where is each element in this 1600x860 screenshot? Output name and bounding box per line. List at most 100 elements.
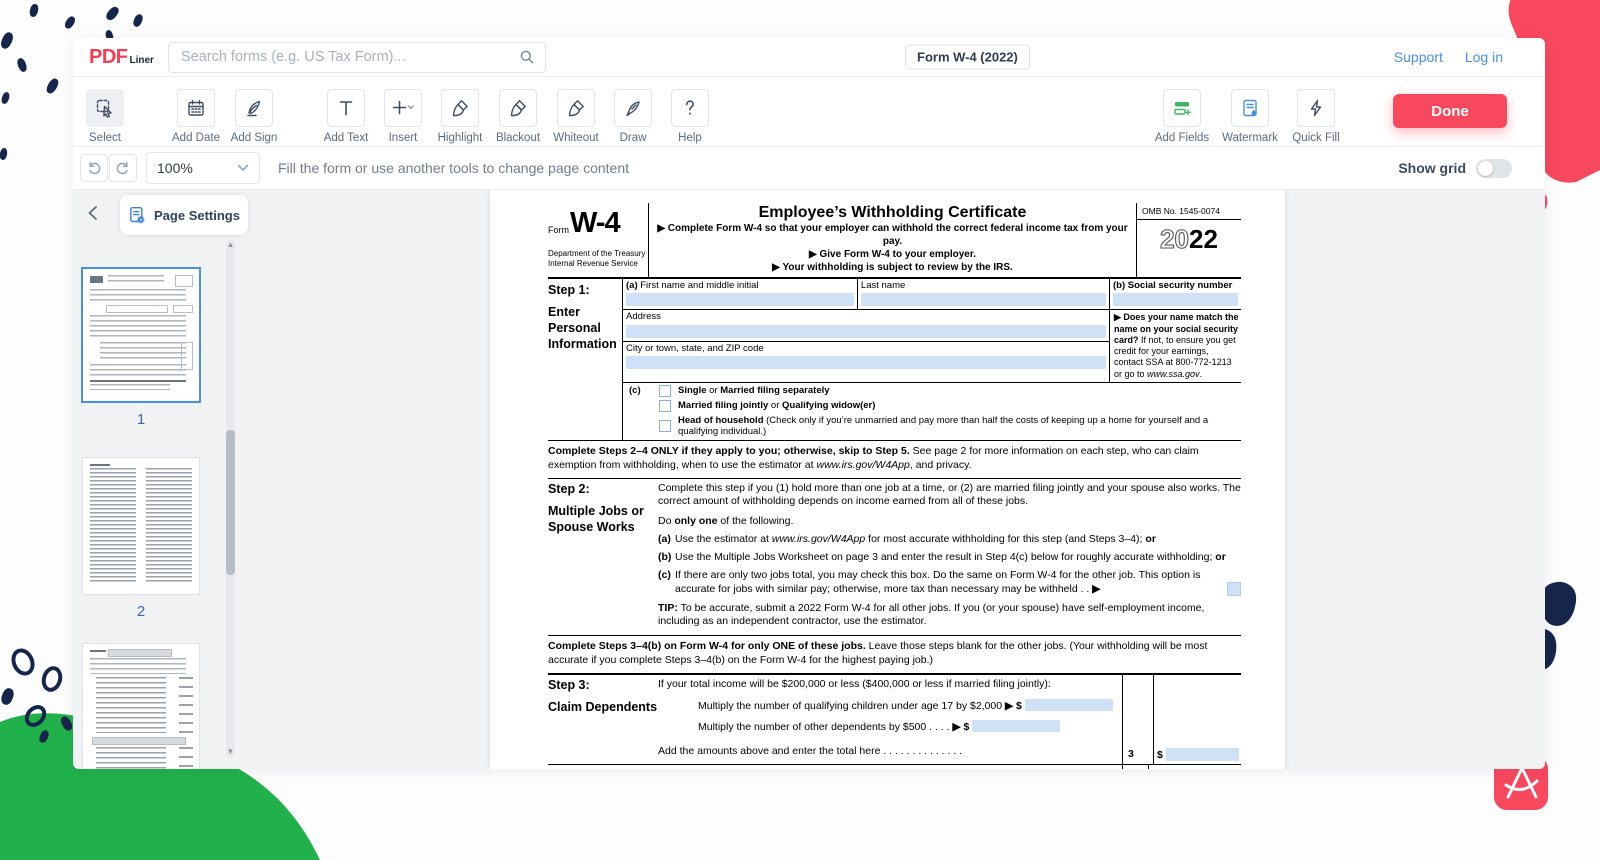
step4-option-a: (a) Other income (not from jobs). If you…	[658, 765, 1122, 769]
watermark-document-icon	[1240, 98, 1260, 118]
form-bullet-3: ▶ Your withholding is subject to review …	[657, 261, 1128, 274]
city-input[interactable]	[626, 356, 1106, 369]
pdfliner-logo[interactable]: PDF Liner	[89, 46, 154, 69]
redo-icon	[115, 160, 131, 176]
show-grid-toggle[interactable]	[1476, 159, 1512, 178]
step4-section: Step 4 (a) Other income (not from jobs).…	[548, 765, 1241, 769]
step3-dollar-sign: $	[1157, 749, 1163, 761]
whiteout-button[interactable]: Whiteout	[544, 89, 608, 144]
add-fields-icon	[1172, 98, 1192, 118]
scrollbar-thumb[interactable]	[226, 430, 235, 575]
calendar-icon	[186, 98, 206, 118]
step3-intro: If your total income will be $200,000 or…	[658, 678, 1122, 692]
editor-content: Page Settings	[73, 190, 1545, 769]
app-window: PDF Liner Form W-4 (2022) Support Log in	[73, 38, 1545, 769]
w4-form: Form W-4 Department of the Treasury Inte…	[548, 203, 1241, 769]
document-title-badge[interactable]: Form W-4 (2022)	[905, 45, 1030, 70]
undo-button[interactable]	[80, 154, 108, 182]
address-input[interactable]	[626, 325, 1106, 338]
step1-section: Step 1: Enter Personal Information (a) F…	[548, 279, 1241, 441]
toolbar-hint-text: Fill the form or use another tools to ch…	[278, 160, 629, 176]
step2-label: Step 2:	[548, 482, 658, 496]
text-tool-icon	[336, 98, 356, 118]
single-checkbox[interactable]	[659, 385, 671, 397]
dept-line-2: Internal Revenue Service	[548, 259, 648, 269]
zoom-level-dropdown[interactable]: 100%	[146, 152, 260, 184]
blackout-button[interactable]: Blackout	[486, 89, 550, 144]
address-label: Address	[626, 311, 1106, 322]
step1-label: Step 1:	[548, 283, 622, 297]
steps-3-4b-note: Complete Steps 3–4(b) on Form W-4 for on…	[548, 636, 1241, 675]
ssn-label: (b) Social security number	[1113, 280, 1238, 291]
page-thumbnail-1[interactable]	[81, 267, 201, 403]
page-settings-icon	[128, 206, 147, 225]
support-link[interactable]: Support	[1394, 49, 1443, 65]
draw-button[interactable]: Draw	[601, 89, 665, 144]
page-thumbnail-preview	[86, 647, 196, 769]
step2-sublabel: Multiple Jobs or Spouse Works	[548, 503, 658, 535]
chevron-down-icon	[237, 164, 249, 172]
select-tool-button[interactable]: Select	[73, 89, 137, 144]
whiteout-brush-icon	[566, 98, 586, 118]
step2-option-a: Use the estimator at www.irs.gov/W4App f…	[675, 533, 1241, 547]
sub-toolbar: 100% Fill the form or use another tools …	[73, 147, 1545, 190]
scroll-down-arrow[interactable]: ▼	[226, 747, 235, 757]
married-jointly-checkbox[interactable]	[659, 400, 671, 412]
help-button[interactable]: Help	[658, 89, 722, 144]
qualifying-children-amount-input[interactable]	[1025, 699, 1113, 711]
page-thumbnail-3[interactable]	[82, 643, 200, 769]
step1-sublabel: Enter Personal Information	[548, 304, 622, 352]
insert-button[interactable]: Insert	[371, 89, 435, 144]
steps-2-4-note: Complete Steps 2–4 ONLY if they apply to…	[548, 441, 1241, 479]
show-grid-label: Show grid	[1398, 160, 1466, 176]
filing-status-label: (c)	[623, 385, 659, 437]
step3-sublabel: Claim Dependents	[548, 699, 658, 715]
head-of-household-checkbox[interactable]	[659, 420, 671, 432]
step3-row-number: 3	[1128, 748, 1153, 760]
add-date-button[interactable]: Add Date	[164, 89, 228, 144]
add-fields-button[interactable]: Add Fields	[1150, 89, 1214, 144]
redo-button[interactable]	[109, 154, 137, 182]
blackout-brush-icon	[508, 98, 528, 118]
two-jobs-checkbox[interactable]	[1227, 582, 1241, 596]
highlight-button[interactable]: Highlight	[428, 89, 492, 144]
step3-total-input[interactable]	[1166, 748, 1239, 761]
logo-pdf-text: PDF	[89, 46, 128, 69]
form-word: Form	[548, 225, 569, 235]
married-jointly-option-label: Married filing jointly or Qualifying wid…	[678, 400, 875, 411]
collapse-sidebar-button[interactable]	[81, 202, 103, 224]
add-text-button[interactable]: Add Text	[314, 89, 378, 144]
select-cursor-icon	[95, 98, 115, 118]
login-link[interactable]: Log in	[1465, 49, 1503, 65]
page-number-1: 1	[137, 411, 145, 428]
last-name-input[interactable]	[861, 293, 1106, 306]
step4-label: Step 4	[548, 768, 658, 769]
header-links: Support Log in	[1394, 49, 1503, 65]
quick-fill-button[interactable]: Quick Fill	[1284, 89, 1348, 144]
omb-number: OMB No. 1545-0074	[1137, 203, 1241, 220]
pdfliner-app: PDF Liner Form W-4 (2022) Support Log in	[0, 0, 1600, 860]
add-sign-button[interactable]: Add Sign	[222, 89, 286, 144]
page-settings-button[interactable]: Page Settings	[120, 195, 248, 235]
search-icon[interactable]	[519, 49, 535, 65]
done-button[interactable]: Done	[1393, 94, 1507, 128]
thumbnails-scrollbar[interactable]: ▲ ▼	[226, 240, 235, 757]
ssn-input[interactable]	[1113, 293, 1238, 306]
form-title: Employee’s Withholding Certificate	[657, 204, 1128, 222]
scroll-up-arrow[interactable]: ▲	[226, 240, 235, 250]
logo-liner-text: Liner	[130, 55, 154, 66]
first-name-input[interactable]	[626, 293, 854, 306]
form-name: W-4	[570, 207, 648, 240]
search-input[interactable]	[179, 48, 519, 66]
dept-line-1: Department of the Treasury	[548, 249, 648, 259]
step2-option-b: Use the Multiple Jobs Worksheet on page …	[675, 551, 1241, 565]
form-year: 2022	[1137, 224, 1241, 255]
other-dependents-amount-input[interactable]	[972, 720, 1060, 732]
page-thumbnail-2[interactable]	[82, 457, 200, 595]
page-thumbnail-preview	[86, 461, 196, 591]
form-bullet-1: ▶ Complete Form W-4 so that your employe…	[657, 222, 1128, 248]
watermark-button[interactable]: Watermark	[1218, 89, 1282, 144]
step2-section: Step 2: Multiple Jobs or Spouse Works Co…	[548, 479, 1241, 637]
ssn-match-note: ▶ Does your name match the name on your …	[1110, 310, 1241, 382]
last-name-label: Last name	[861, 280, 1106, 291]
